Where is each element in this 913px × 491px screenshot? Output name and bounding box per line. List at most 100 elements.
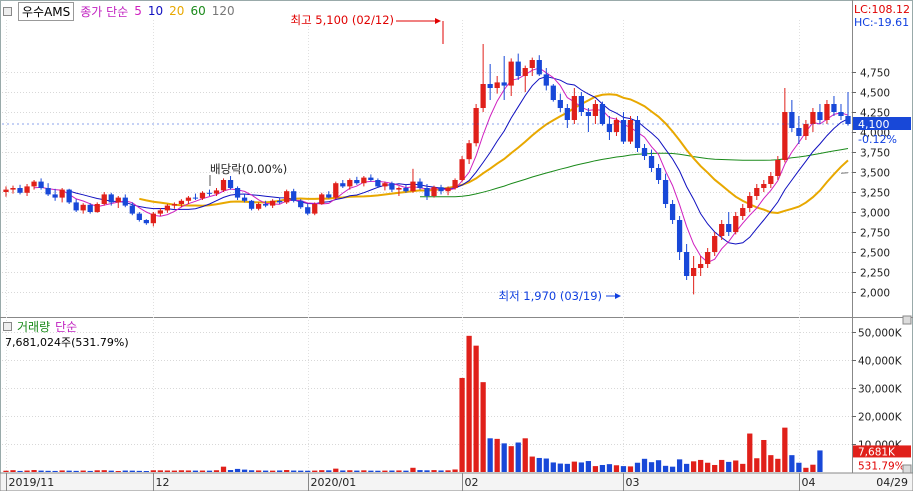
volume-bar — [810, 464, 816, 472]
candle-body — [305, 207, 311, 214]
volume-bar — [38, 470, 44, 472]
volume-bar — [473, 345, 479, 472]
x-axis-bar — [0, 472, 913, 491]
price-tick-label: 2,750 — [860, 228, 890, 240]
volume-bar — [424, 470, 430, 472]
candle-body — [291, 191, 297, 201]
volume-bar — [522, 438, 528, 472]
ma120-line — [840, 172, 849, 174]
current-volume-pct: 531.79% — [858, 460, 905, 472]
candle-body — [227, 180, 234, 188]
candle-body — [683, 252, 690, 276]
candle-body — [838, 112, 844, 116]
candle-body — [705, 252, 711, 264]
candle-body — [115, 197, 121, 203]
candle-body — [529, 60, 535, 68]
candle-body — [845, 116, 851, 124]
candle-body — [178, 200, 185, 204]
volume-bar — [536, 457, 542, 472]
candle-body — [87, 204, 93, 212]
candle-body — [52, 194, 58, 198]
ma-period-60: 60 — [190, 4, 206, 18]
candle-body — [669, 204, 676, 220]
volume-bar — [157, 470, 163, 472]
volume-bar — [94, 470, 100, 472]
candle-body — [284, 191, 290, 203]
volume-tick-label: 30,000K — [858, 384, 903, 396]
volume-bar — [754, 458, 760, 472]
volume-bar — [775, 458, 781, 472]
volume-bar — [641, 458, 648, 472]
candle-body — [676, 220, 683, 252]
price-tick-label: 3,000 — [860, 208, 890, 220]
volume-bar — [17, 470, 23, 472]
candle-body — [740, 208, 746, 216]
candle-body — [733, 216, 739, 232]
candle-body — [480, 84, 486, 108]
price-tick-label: 2,500 — [860, 248, 890, 260]
time-tick-label: 12 — [156, 476, 170, 489]
volume-bar — [403, 470, 409, 472]
candle-body — [438, 187, 444, 192]
volume-bar — [340, 470, 346, 472]
panel-settings-icon[interactable] — [3, 6, 12, 16]
volume-bar — [80, 470, 86, 472]
time-tick-label: 04 — [802, 476, 816, 489]
candle-body — [578, 96, 584, 112]
price-tick-label: 3,500 — [860, 168, 890, 180]
candle-body — [248, 200, 255, 209]
candle-body — [192, 197, 199, 199]
volume-bar — [101, 470, 107, 472]
candle-body — [31, 181, 37, 187]
volume-bar — [66, 470, 72, 472]
volume-bar — [284, 470, 290, 472]
candle-body — [234, 188, 241, 198]
stock-name[interactable]: 우수AMS — [18, 1, 75, 21]
volume-bar — [185, 470, 192, 472]
price-tick-label: 3,750 — [860, 148, 890, 160]
low-annotation: 최저 1,970 (03/19) — [498, 289, 602, 303]
candle-body — [550, 85, 556, 100]
low-arrow-head — [615, 293, 621, 299]
candle-body — [389, 183, 395, 190]
candle-body — [613, 120, 620, 132]
volume-bar — [354, 470, 360, 472]
candle-body — [150, 213, 156, 224]
lc-value: LC:108.12 — [853, 3, 910, 16]
time-tick-label: 04/29 — [876, 476, 908, 489]
ma-period-20: 20 — [169, 4, 185, 18]
volume-bar — [480, 382, 486, 472]
volume-bar — [31, 470, 37, 472]
volume-bar — [796, 462, 802, 472]
dividend-annotation: 배당락(0.00%) — [210, 162, 287, 176]
volume-bar — [768, 455, 774, 472]
candle-body — [431, 187, 437, 196]
candle-body — [66, 189, 72, 203]
volume-info: 7,681,024주(531.79%) — [5, 336, 129, 349]
candle-body — [333, 183, 339, 198]
volume-bar — [178, 470, 185, 472]
candle-body — [557, 100, 563, 108]
volume-bar — [361, 470, 367, 472]
candle-body — [543, 74, 549, 86]
candle-body — [508, 61, 514, 86]
candle-body — [122, 197, 128, 206]
volume-settings-icon[interactable] — [3, 322, 12, 331]
volume-bar — [45, 470, 51, 472]
candle-body — [655, 168, 662, 180]
candle-body — [417, 181, 423, 188]
volume-bar — [585, 461, 592, 472]
volume-bar — [747, 433, 753, 472]
volume-bar — [234, 468, 241, 472]
price-panel-legend: 우수AMS 종가 단순 5 10 20 60 120 — [3, 1, 235, 21]
volume-bar — [227, 470, 234, 472]
volume-bar — [319, 470, 325, 472]
candle-body — [473, 108, 479, 144]
candle-body — [501, 82, 507, 86]
candle-body — [641, 148, 648, 156]
volume-bar — [719, 459, 725, 472]
volume-bar — [382, 470, 388, 472]
volume-bar — [59, 470, 65, 472]
volume-bar — [740, 463, 746, 472]
volume-bar — [199, 470, 206, 472]
